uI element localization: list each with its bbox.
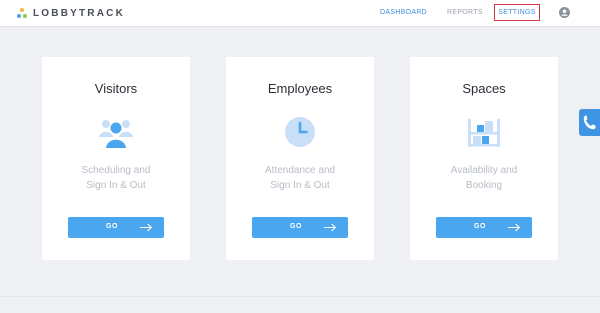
shelves-icon [468,119,500,147]
card-description: Attendance and Sign In & Out [264,165,336,191]
phone-support-button[interactable] [579,109,600,136]
logo-icon [17,7,27,19]
arrow-right-icon [140,223,153,232]
arrow-right-icon [508,223,521,232]
card-title: Visitors [94,81,138,96]
top-navbar: LOBBYTRACK DASHBOARD REPORTS SETTINGS [0,0,600,27]
nav-reports[interactable]: REPORTS [447,9,483,16]
card-description: Scheduling and Sign In & Out [81,165,151,191]
phone-icon [583,115,596,130]
spaces-card: Spaces Availability and Booking GO [410,57,558,260]
logo-text: LOBBYTRACK [33,7,125,19]
employees-go-button[interactable]: GO [252,217,348,238]
card-title: Spaces [462,81,506,96]
people-icon [99,120,133,148]
arrow-right-icon [324,223,337,232]
employees-card: Employees Attendance and Sign In & Out G… [226,57,374,260]
visitors-card: Visitors Scheduling and Sign In & Out GO [42,57,190,260]
footer-divider [0,296,600,297]
spaces-go-button[interactable]: GO [436,217,532,238]
clock-icon [285,117,315,147]
visitors-go-button[interactable]: GO [68,217,164,238]
logo[interactable]: LOBBYTRACK [17,6,125,20]
card-title: Employees [267,81,333,96]
card-description: Availability and Booking [450,165,518,191]
user-avatar-icon[interactable] [559,7,570,18]
nav-dashboard[interactable]: DASHBOARD [380,9,427,16]
nav-settings[interactable]: SETTINGS [494,4,540,21]
